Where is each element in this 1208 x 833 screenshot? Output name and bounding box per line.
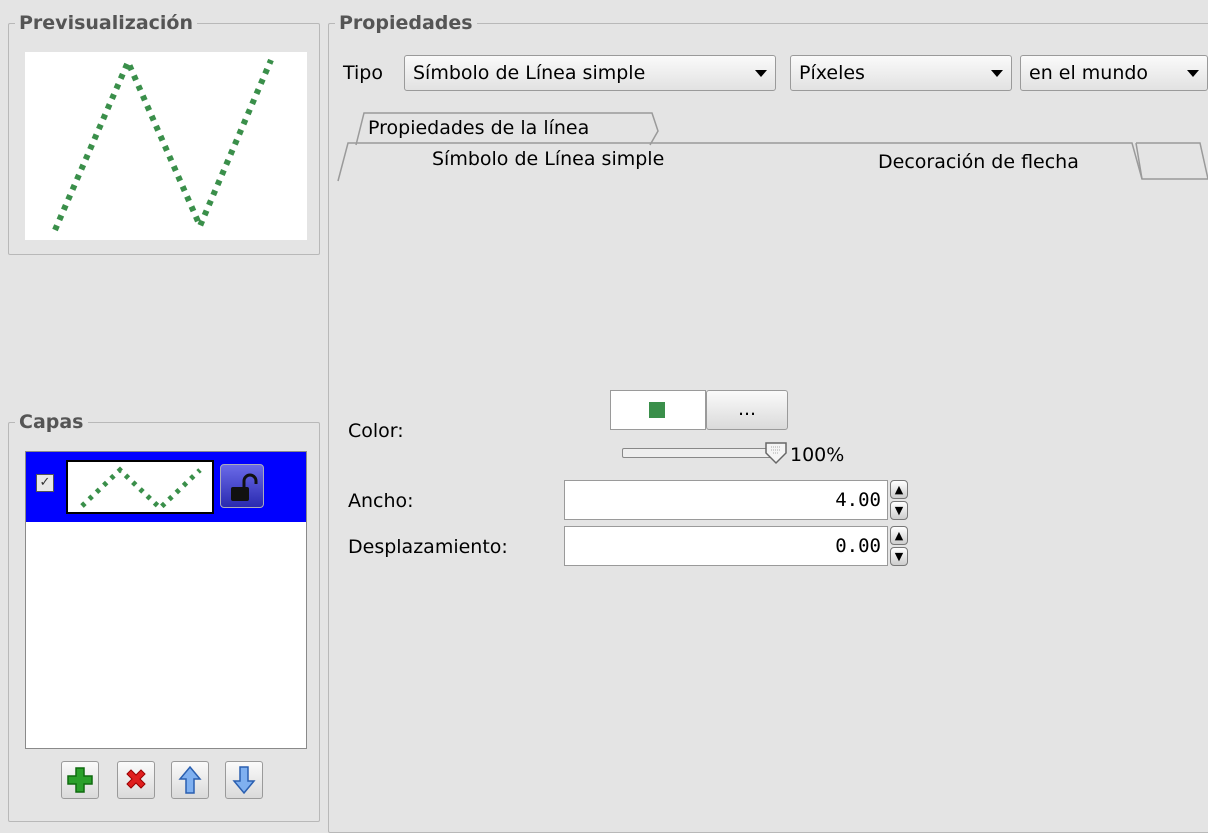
chevron-down-icon[interactable]: ▼ <box>890 501 908 520</box>
slider-handle-icon[interactable] <box>764 441 788 465</box>
tab-simple-line-symbol[interactable]: Símbolo de Línea simple <box>348 142 798 180</box>
layer-row[interactable]: ✓ <box>26 452 306 522</box>
preview-group: Previsualización <box>8 10 320 255</box>
chevron-down-icon <box>755 70 767 77</box>
properties-title: Propiedades <box>335 10 477 36</box>
offset-input[interactable]: 0.00 <box>564 526 888 566</box>
remove-icon <box>126 769 146 789</box>
move-layer-up-button[interactable] <box>171 761 209 799</box>
up-arrow-icon <box>178 765 202 794</box>
layer-visible-checkbox[interactable]: ✓ <box>36 474 54 492</box>
tab-line-properties[interactable]: Propiedades de la línea <box>352 111 660 146</box>
add-icon <box>67 767 93 793</box>
color-swatch <box>649 402 665 418</box>
color-label: Color: <box>348 420 404 442</box>
chevron-down-icon <box>991 70 1003 77</box>
layer-thumbnail <box>66 460 214 514</box>
width-label: Ancho: <box>348 490 414 512</box>
chevron-up-icon[interactable]: ▲ <box>890 526 908 545</box>
layers-group: Capas ✓ <box>8 409 320 822</box>
layers-title: Capas <box>15 409 88 435</box>
tab-line-properties-label: Propiedades de la línea <box>368 117 590 139</box>
color-swatch-button[interactable] <box>610 390 706 430</box>
chevron-up-icon[interactable]: ▲ <box>890 480 908 499</box>
chevron-down-icon[interactable]: ▼ <box>890 547 908 566</box>
down-arrow-icon <box>232 766 256 795</box>
offset-spinner[interactable]: ▲ ▼ <box>890 526 908 566</box>
unlock-icon[interactable] <box>220 464 264 508</box>
remove-layer-button[interactable] <box>117 761 155 799</box>
symbol-type-select[interactable]: Símbolo de Línea simple <box>404 55 776 91</box>
line-preview <box>52 54 274 234</box>
opacity-slider-track <box>622 448 780 458</box>
tab-arrow-decoration-label: Decoración de flecha <box>878 151 1079 173</box>
preview-canvas <box>25 52 307 240</box>
chevron-down-icon <box>1187 70 1199 77</box>
preview-title: Previsualización <box>15 10 197 36</box>
color-picker-label: ... <box>737 398 757 420</box>
offset-label: Desplazamiento: <box>348 536 508 558</box>
tab-simple-line-symbol-label: Símbolo de Línea simple <box>432 148 665 170</box>
type-label: Tipo <box>343 62 383 84</box>
opacity-value: 100% <box>790 444 845 466</box>
width-spinner[interactable]: ▲ ▼ <box>890 480 908 520</box>
scope-value: en el mundo <box>1029 62 1149 84</box>
symbol-type-value: Símbolo de Línea simple <box>413 62 646 84</box>
scope-select[interactable]: en el mundo <box>1020 55 1208 91</box>
move-layer-down-button[interactable] <box>225 761 263 799</box>
opacity-slider[interactable] <box>622 441 788 465</box>
layers-list[interactable]: ✓ <box>25 451 307 749</box>
width-input[interactable]: 4.00 <box>564 480 888 520</box>
color-picker-button[interactable]: ... <box>706 390 788 430</box>
unit-value: Píxeles <box>799 62 865 84</box>
tab-arrow-decoration[interactable]: Decoración de flecha <box>806 142 1202 180</box>
unit-select[interactable]: Píxeles <box>790 55 1012 91</box>
add-layer-button[interactable] <box>61 761 99 799</box>
